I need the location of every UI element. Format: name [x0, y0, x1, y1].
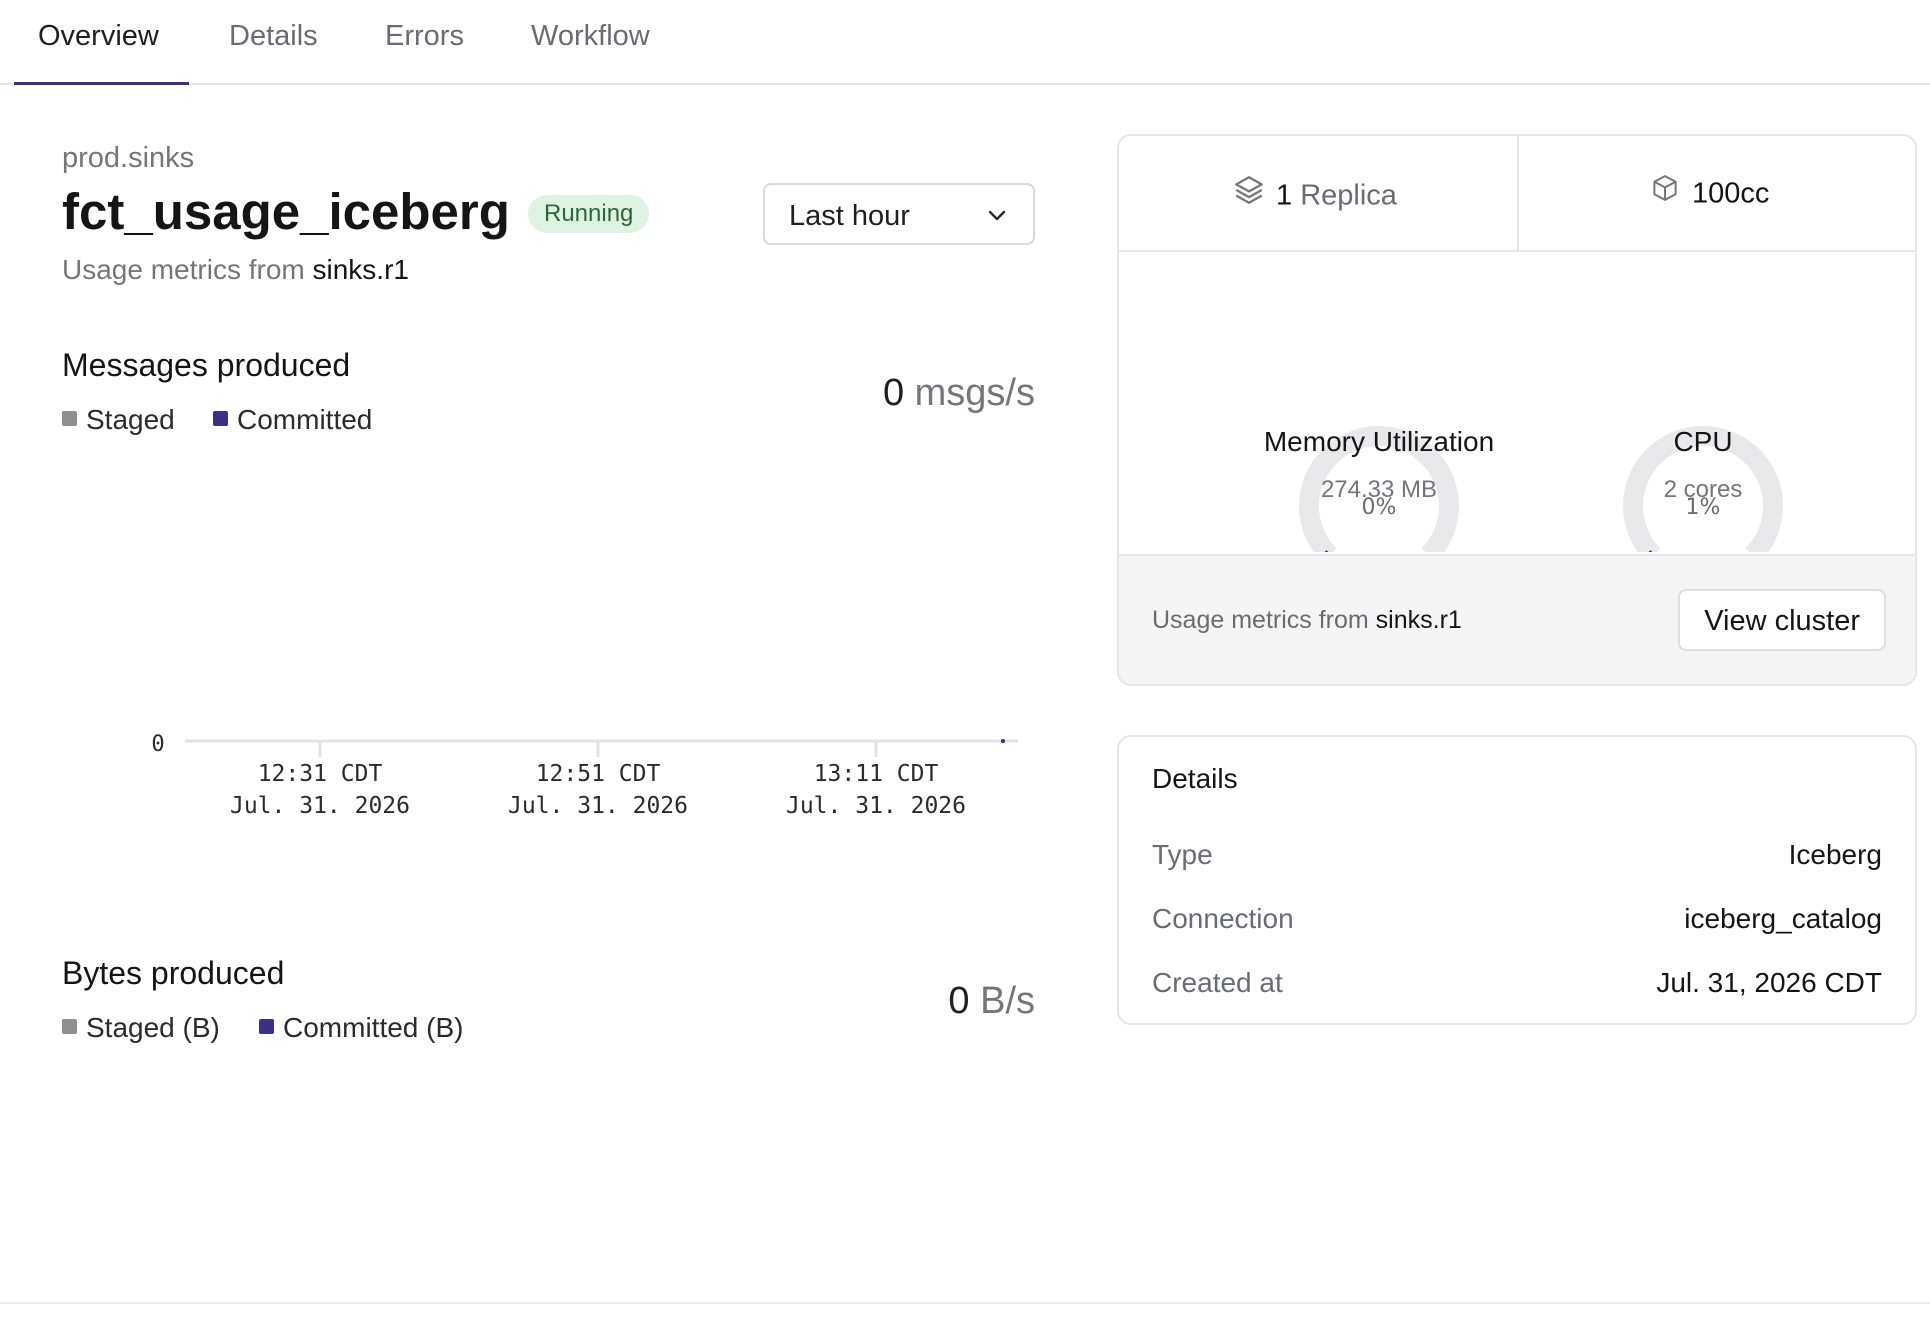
subtitle-prefix: Usage metrics from — [62, 254, 313, 285]
layers-icon — [1232, 173, 1266, 215]
legend-label: Committed (B) — [283, 1012, 464, 1043]
tab-bar: Overview Details Errors Workflow — [0, 0, 1930, 85]
bytes-rate-value: 0 — [948, 980, 970, 1022]
time-range-select[interactable]: Last hour — [763, 183, 1035, 245]
messages-rate-unit: msgs/s — [914, 372, 1035, 414]
status-badge: Running — [528, 195, 650, 233]
time-range-value: Last hour — [789, 200, 910, 232]
tab-workflow[interactable]: Workflow — [531, 20, 650, 53]
cpu-label: CPU — [1673, 426, 1733, 457]
x-tick-label-date: Jul. 31. 2026 — [508, 793, 688, 819]
legend-staged-bytes: Staged (B) — [62, 1012, 220, 1044]
legend-swatch-committed-bytes — [259, 1019, 274, 1035]
series-point-staged — [1001, 739, 1005, 743]
detail-key: Connection — [1152, 903, 1294, 934]
messages-rate: 0 msgs/s — [883, 372, 1035, 415]
footer-prefix: Usage metrics from — [1152, 606, 1376, 634]
legend-committed: Committed — [213, 404, 372, 436]
detail-value: iceberg_catalog — [1684, 903, 1882, 934]
legend-staged: Staged — [62, 404, 175, 436]
replica-label: Replica — [1300, 179, 1397, 212]
footer-text: Usage metrics from sinks.r1 — [1152, 606, 1462, 635]
detail-value: Iceberg — [1788, 839, 1882, 870]
series-point-committed — [1001, 739, 1005, 743]
cluster-size: 100cc — [1692, 177, 1770, 210]
messages-rate-value: 0 — [882, 372, 905, 414]
details-card: Details Type Iceberg Connection iceberg_… — [1117, 735, 1917, 1025]
x-tick-label-time: 13:11 CDT — [814, 761, 939, 787]
page-title: fct_usage_iceberg — [62, 183, 510, 240]
details-title: Details — [1152, 763, 1238, 794]
legend-swatch-staged — [62, 411, 77, 427]
x-tick-label-time: 12:51 CDT — [536, 761, 661, 787]
detail-key: Type — [1152, 839, 1213, 870]
bytes-rate-unit: B/s — [980, 980, 1035, 1022]
detail-value: Jul. 31, 2026 CDT — [1656, 967, 1882, 998]
x-tick-label-date: Jul. 31. 2026 — [230, 793, 410, 819]
legend-label: Staged (B) — [86, 1012, 220, 1043]
page-subtitle: Usage metrics from sinks.r1 — [62, 254, 409, 286]
gauges: 0% 1% — [1299, 426, 1783, 552]
detail-row-connection: Connection iceberg_catalog — [1152, 903, 1882, 943]
y-tick-label: 0 — [151, 732, 164, 757]
legend-swatch-committed — [213, 411, 228, 427]
resources-card: 1 Replica 100cc 0% 1% Memory Utilization… — [1117, 134, 1917, 686]
view-cluster-button[interactable]: View cluster — [1678, 589, 1886, 651]
bottom-divider — [0, 1302, 1930, 1304]
schema-name: prod.sinks — [62, 142, 195, 174]
messages-produced-title: Messages produced — [62, 347, 351, 383]
bytes-produced-title: Bytes produced — [62, 955, 285, 991]
memory-label: Memory Utilization — [1263, 426, 1495, 457]
tab-overview[interactable]: Overview — [38, 20, 159, 53]
cube-icon — [1650, 173, 1680, 211]
subtitle-cluster: sinks.r1 — [312, 254, 409, 285]
legend-label: Staged — [86, 404, 175, 435]
detail-row-created-at: Created at Jul. 31, 2026 CDT — [1152, 967, 1882, 1007]
replica-count: 1 — [1276, 179, 1293, 212]
footer-cluster: sinks.r1 — [1375, 606, 1462, 634]
bytes-rate: 0 B/s — [948, 980, 1035, 1023]
size-stat: 100cc — [1519, 136, 1915, 250]
chevron-down-icon — [985, 203, 1009, 232]
tab-details[interactable]: Details — [229, 20, 318, 53]
tab-errors[interactable]: Errors — [385, 20, 464, 53]
legend-swatch-staged-bytes — [62, 1019, 77, 1035]
x-tick-label-time: 12:31 CDT — [258, 761, 383, 787]
replica-stat: 1 Replica — [1119, 136, 1517, 250]
cpu-value: 2 cores — [1663, 476, 1743, 503]
detail-row-type: Type Iceberg — [1152, 839, 1882, 879]
legend-committed-bytes: Committed (B) — [259, 1012, 463, 1044]
x-tick-label-date: Jul. 31. 2026 — [786, 793, 966, 819]
memory-value: 274.33 MB — [1320, 476, 1438, 503]
legend-label: Committed — [237, 404, 373, 435]
detail-key: Created at — [1152, 967, 1283, 998]
resources-footer: Usage metrics from sinks.r1 View cluster — [1119, 554, 1915, 684]
active-tab-indicator — [14, 82, 189, 85]
